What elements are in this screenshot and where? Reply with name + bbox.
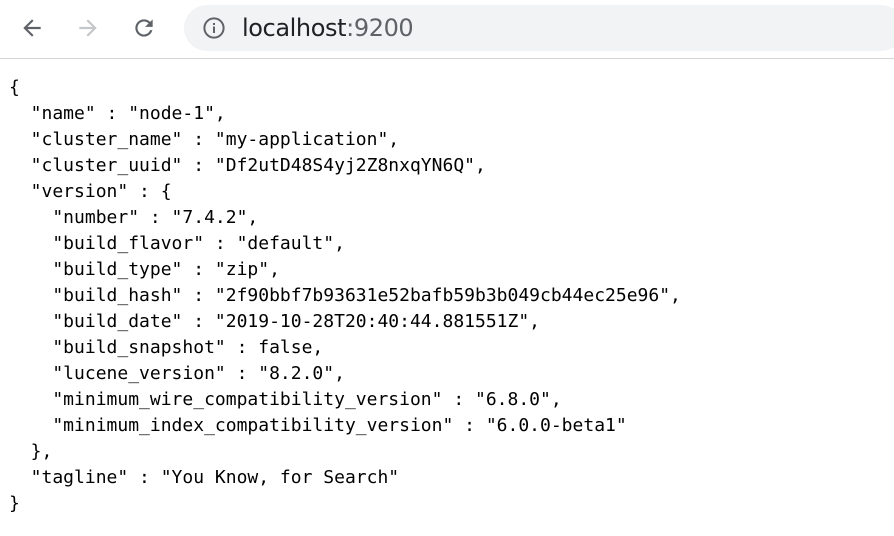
address-bar[interactable]: localhost:9200 <box>184 5 894 51</box>
url-port: :9200 <box>346 14 414 42</box>
reload-button[interactable] <box>127 11 161 45</box>
json-line: "build_snapshot" : false, <box>9 337 324 358</box>
json-line: }, <box>9 441 53 462</box>
info-circle-icon[interactable] <box>202 16 226 40</box>
arrow-right-icon <box>79 19 97 37</box>
json-line: "minimum_index_compatibility_version" : … <box>9 415 627 436</box>
back-button[interactable] <box>15 11 49 45</box>
json-line: "cluster_name" : "my-application", <box>9 129 400 150</box>
url-host: localhost <box>242 14 347 42</box>
arrow-left-icon <box>23 19 41 37</box>
json-line: "build_hash" : "2f90bbf7b93631e52bafb59b… <box>9 285 681 306</box>
json-line: "number" : "7.4.2", <box>9 207 259 228</box>
json-line: "cluster_uuid" : "Df2utD48S4yj2Z8nxqYN6Q… <box>9 155 486 176</box>
json-line: "name" : "node-1", <box>9 103 226 124</box>
json-line: "version" : { <box>9 181 172 202</box>
json-line: } <box>9 493 20 514</box>
json-response-body: { "name" : "node-1", "cluster_name" : "m… <box>9 75 681 517</box>
reload-icon <box>135 19 153 37</box>
browser-toolbar: localhost:9200 <box>0 0 894 59</box>
json-line: "lucene_version" : "8.2.0", <box>9 363 345 384</box>
json-line: "build_type" : "zip", <box>9 259 280 280</box>
json-line: "tagline" : "You Know, for Search" <box>9 467 400 488</box>
json-line: "build_date" : "2019-10-28T20:40:44.8815… <box>9 311 541 332</box>
json-line: "build_flavor" : "default", <box>9 233 345 254</box>
json-line: "minimum_wire_compatibility_version" : "… <box>9 389 562 410</box>
url-text[interactable]: localhost:9200 <box>242 14 414 42</box>
forward-button[interactable] <box>71 11 105 45</box>
json-line: { <box>9 77 20 98</box>
